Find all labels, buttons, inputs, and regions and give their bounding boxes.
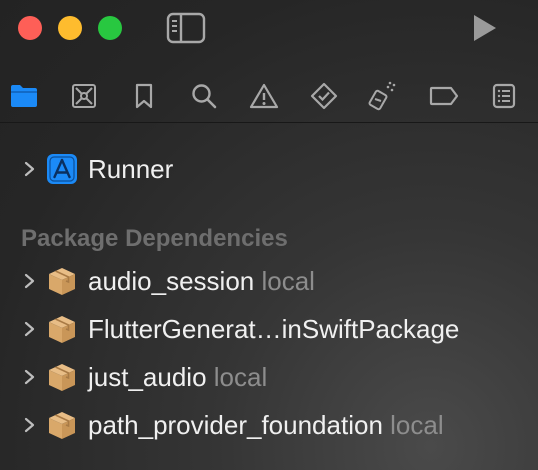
tab-tests[interactable] xyxy=(306,74,342,118)
tab-reports[interactable] xyxy=(486,74,522,118)
navigator-divider xyxy=(0,122,538,123)
package-location-badge: local xyxy=(261,266,315,296)
chevron-right-icon[interactable] xyxy=(22,417,36,433)
debug-spray-icon xyxy=(368,81,396,111)
package-name: FlutterGenerat…inSwiftPackage xyxy=(88,314,460,344)
package-icon xyxy=(49,316,75,343)
sidebar-toggle-button[interactable] xyxy=(166,12,206,44)
package-location-badge: local xyxy=(390,410,444,440)
search-icon xyxy=(192,84,217,109)
chevron-right-icon[interactable] xyxy=(22,321,36,337)
tab-find[interactable] xyxy=(186,74,222,118)
xcode-project-icon xyxy=(47,154,77,184)
package-icon xyxy=(49,268,75,295)
run-button[interactable] xyxy=(468,13,500,43)
minimize-window-button[interactable] xyxy=(58,16,82,40)
tree-row-package[interactable]: path_provider_foundation local xyxy=(0,405,538,445)
warning-icon xyxy=(249,83,279,109)
close-window-button[interactable] xyxy=(18,16,42,40)
package-name: audio_session xyxy=(88,266,255,296)
package-location-badge: local xyxy=(213,362,268,392)
tab-debug[interactable] xyxy=(364,74,400,118)
tab-bookmarks[interactable] xyxy=(126,74,162,118)
bookmark-icon xyxy=(135,83,153,109)
tab-source-control[interactable] xyxy=(66,74,102,118)
source-control-icon xyxy=(72,84,96,108)
chevron-right-icon[interactable] xyxy=(22,273,36,289)
play-icon xyxy=(474,15,496,41)
package-icon xyxy=(49,412,75,439)
tab-project-navigator[interactable] xyxy=(6,74,42,118)
tree-row-runner[interactable]: Runner xyxy=(0,149,538,189)
folder-icon xyxy=(11,85,37,107)
sidebar-icon xyxy=(166,12,206,44)
tree-row-label: Runner xyxy=(88,154,174,184)
section-header-package-dependencies: Package Dependencies xyxy=(21,225,288,252)
tree-row-label: FlutterGenerat…inSwiftPackage xyxy=(88,314,459,344)
tree-row-label: just_audio local xyxy=(88,362,267,392)
tree-row-package[interactable]: audio_session local xyxy=(0,261,538,301)
package-name: path_provider_foundation xyxy=(88,410,383,440)
tree-row-package[interactable]: FlutterGenerat…inSwiftPackage xyxy=(0,309,538,349)
report-icon xyxy=(492,83,516,109)
tree-row-label: audio_session local xyxy=(88,266,315,296)
tree-row-package[interactable]: just_audio local xyxy=(0,357,538,397)
package-name: just_audio xyxy=(88,362,207,392)
tab-issues[interactable] xyxy=(246,74,282,118)
breakpoint-icon xyxy=(429,86,459,106)
window-titlebar xyxy=(0,0,538,58)
zoom-window-button[interactable] xyxy=(98,16,122,40)
navigator-tab-bar xyxy=(0,74,538,118)
test-diamond-icon xyxy=(310,82,338,110)
tab-breakpoints[interactable] xyxy=(426,74,462,118)
chevron-right-icon[interactable] xyxy=(22,369,36,385)
tree-row-label: path_provider_foundation local xyxy=(88,410,444,440)
chevron-right-icon[interactable] xyxy=(22,161,36,177)
package-icon xyxy=(49,364,75,391)
